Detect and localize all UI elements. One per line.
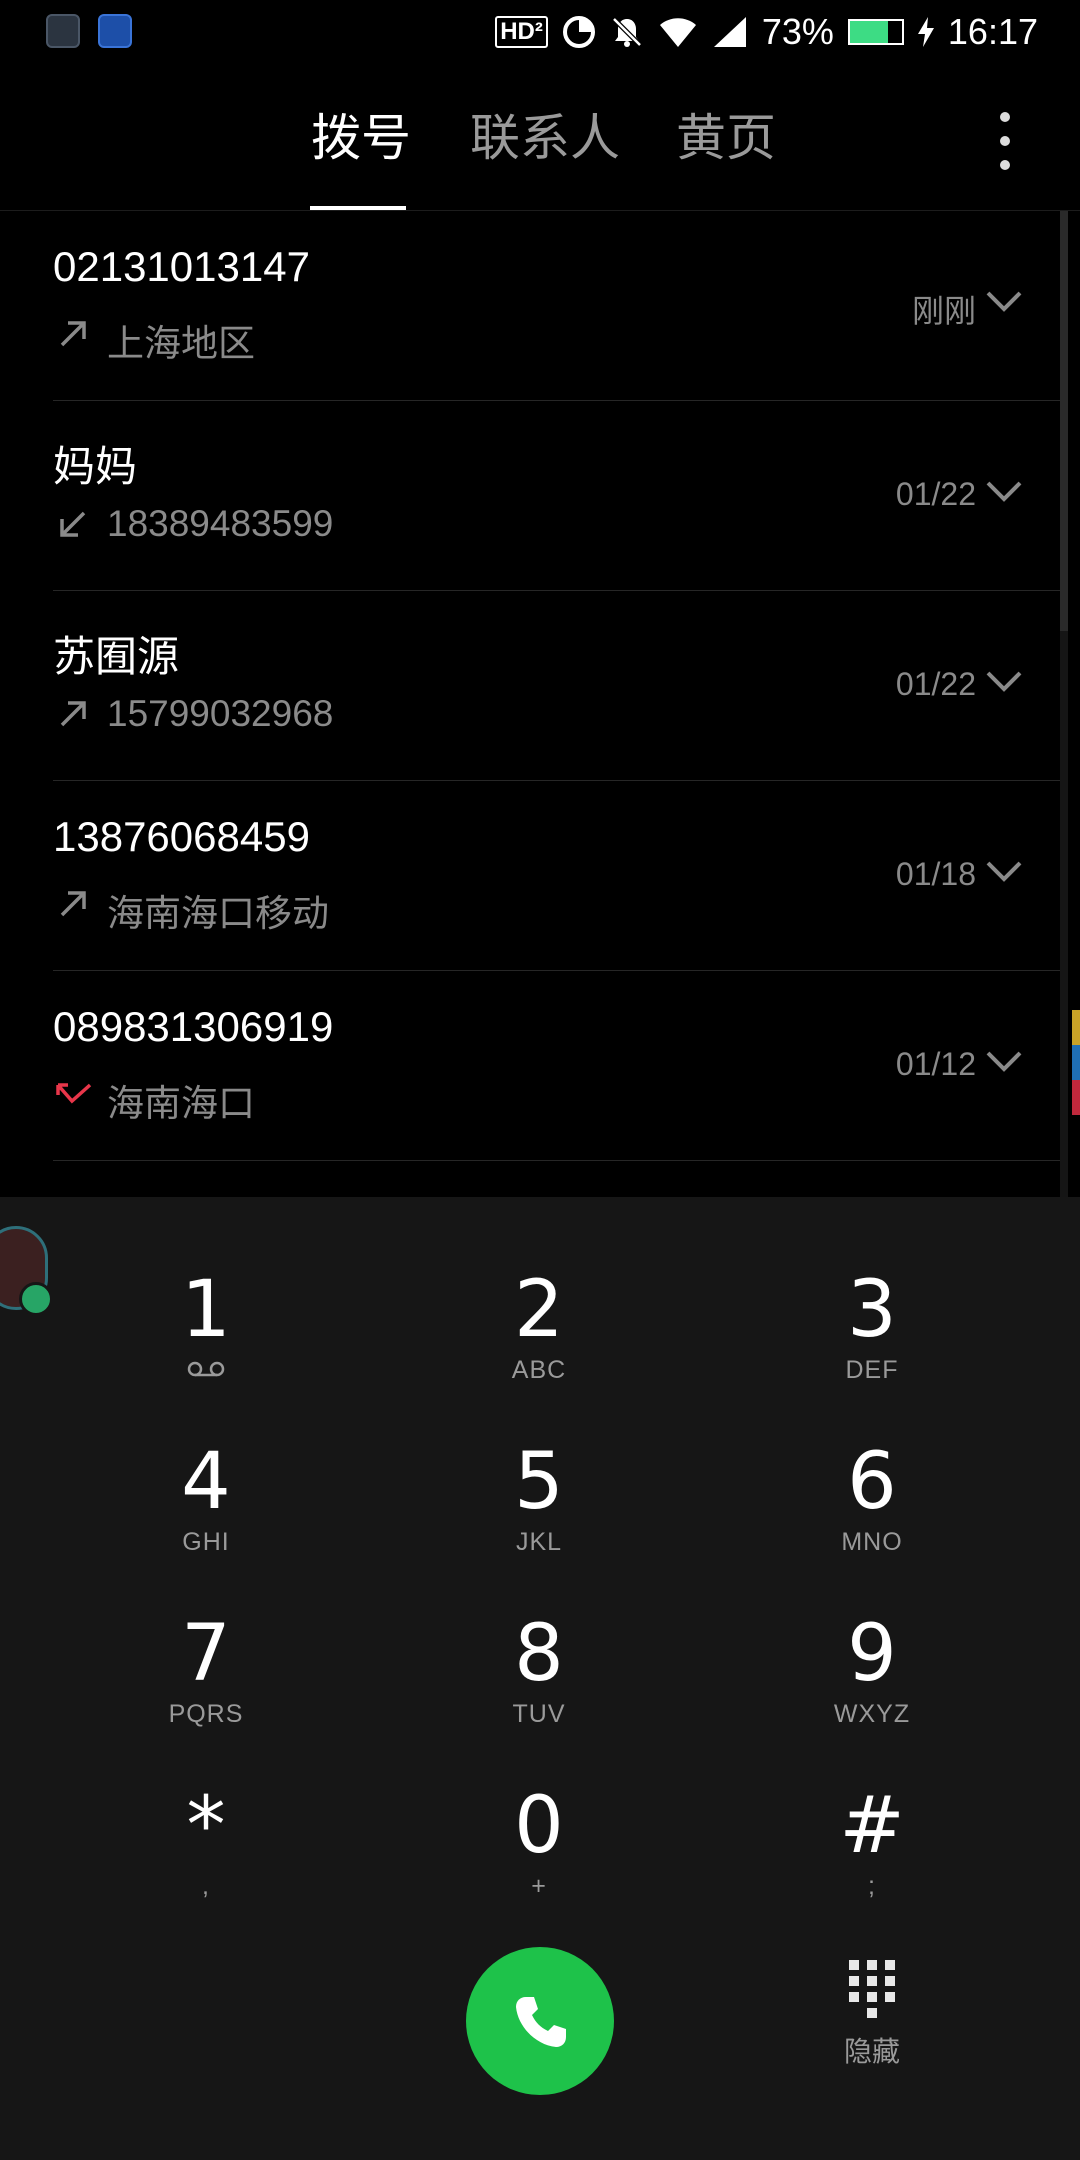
call-detail: 18389483599 [107, 503, 334, 544]
key-digit: # [839, 1781, 905, 1871]
call-detail: 海南海口 [107, 1083, 255, 1124]
status-icons: HD² 73% 16:17 [495, 8, 1038, 56]
scrollbar-thumb[interactable] [1060, 211, 1068, 631]
tab-contacts[interactable]: 联系人 [470, 100, 620, 176]
dial-key-3[interactable]: 3 DEF [772, 1265, 972, 1415]
tab-yellow-pages[interactable]: 黄页 [676, 100, 776, 176]
call-log-item[interactable]: 02131013147 上海地区 刚刚 [0, 211, 1060, 401]
key-letters: TUV [512, 1700, 566, 1728]
key-letters: ABC [511, 1356, 567, 1384]
call-log-item[interactable]: 妈妈 18389483599 01/22 [0, 401, 1060, 591]
more-vert-icon[interactable] [990, 112, 1020, 172]
battery-percent: 73% [761, 11, 834, 52]
key-digit: 3 [847, 1265, 897, 1355]
chevron-down-icon[interactable] [984, 281, 1024, 321]
missed-call-icon [56, 1083, 92, 1104]
key-letters: ; [868, 1872, 876, 1900]
call-date: 01/22 [895, 666, 976, 702]
phone-icon [516, 1997, 566, 2047]
notification-app-icon-2 [98, 14, 132, 48]
outgoing-call-arrow-icon [60, 891, 86, 917]
dial-key-8[interactable]: 8 TUV [439, 1609, 639, 1759]
caller-name: 13876068459 [53, 813, 310, 860]
key-digit: * [186, 1781, 226, 1871]
tab-bar: 拨号 联系人 黄页 [0, 100, 1080, 211]
key-digit: 9 [847, 1609, 897, 1699]
call-log-list[interactable]: 02131013147 上海地区 刚刚 妈妈 18389483599 01/22… [0, 211, 1080, 1197]
mute-notifications-icon [612, 17, 642, 47]
outgoing-call-arrow-icon [60, 321, 86, 347]
dial-key-4[interactable]: 4 GHI [106, 1437, 306, 1587]
call-detail: 上海地区 [107, 323, 255, 364]
dial-key-0[interactable]: 0 + [439, 1781, 639, 1931]
key-digit: 2 [514, 1265, 564, 1355]
caller-name: 妈妈 [53, 443, 138, 490]
call-log-item[interactable]: 13876068459 海南海口移动 01/18 [0, 781, 1060, 971]
notification-app-icon [46, 14, 80, 48]
chevron-down-icon[interactable] [984, 661, 1024, 701]
call-log-item[interactable]: 苏囿源 15799032968 01/22 [0, 591, 1060, 781]
hide-dialpad-button[interactable]: 隐藏 [812, 1960, 932, 2090]
clock: 16:17 [947, 11, 1038, 52]
data-saver-icon [562, 16, 595, 48]
key-digit: 7 [181, 1609, 231, 1699]
divider [53, 1160, 1060, 1161]
dial-key-2[interactable]: 2 ABC [439, 1265, 639, 1415]
wifi-icon [659, 18, 696, 47]
key-digit: 1 [181, 1265, 231, 1355]
battery-icon [847, 19, 904, 45]
dial-key-1[interactable]: 1 [106, 1265, 306, 1415]
battery-level [849, 21, 888, 43]
key-digit: 8 [514, 1609, 564, 1699]
key-digit: 0 [514, 1781, 564, 1871]
key-letters: + [531, 1872, 547, 1900]
voice-badge-icon [19, 1282, 53, 1316]
dial-key-5[interactable]: 5 JKL [439, 1437, 639, 1587]
chevron-down-icon[interactable] [984, 1041, 1024, 1081]
key-letters: MNO [841, 1528, 903, 1556]
color-strip [1072, 1010, 1080, 1116]
key-letters: PQRS [168, 1700, 244, 1728]
call-detail: 15799032968 [107, 693, 334, 734]
key-digit: 5 [514, 1437, 564, 1527]
caller-name: 089831306919 [53, 1003, 334, 1050]
key-letters: , [202, 1872, 210, 1900]
key-letters: JKL [515, 1528, 563, 1556]
hide-label: 隐藏 [843, 2036, 900, 2067]
dialpad-grid-icon [849, 1960, 895, 2020]
call-detail: 海南海口移动 [107, 893, 329, 934]
chevron-down-icon[interactable] [984, 471, 1024, 511]
outgoing-call-arrow-icon [60, 701, 86, 727]
dial-key-hash[interactable]: # ; [772, 1781, 972, 1931]
status-bar: HD² 73% 16:17 [0, 0, 1080, 64]
hd-voice-icon: HD² [495, 16, 548, 48]
key-letters: DEF [845, 1356, 899, 1384]
caller-name: 02131013147 [53, 243, 310, 290]
caller-name: 苏囿源 [53, 633, 180, 680]
call-date: 01/18 [895, 856, 976, 892]
key-letters: WXYZ [833, 1700, 911, 1728]
call-date: 刚刚 [911, 293, 976, 329]
dial-key-9[interactable]: 9 WXYZ [772, 1609, 972, 1759]
dial-key-6[interactable]: 6 MNO [772, 1437, 972, 1587]
cellular-signal-icon [713, 17, 746, 47]
key-digit: 4 [181, 1437, 231, 1527]
key-digit: 6 [847, 1437, 897, 1527]
call-log-item[interactable]: 089831306919 海南海口 01/12 [0, 971, 1060, 1161]
tab-dialer[interactable]: 拨号 [311, 100, 411, 176]
charging-bolt-icon [917, 17, 934, 47]
call-button[interactable] [466, 1947, 614, 2095]
incoming-call-arrow-icon [60, 511, 86, 537]
call-date: 01/22 [895, 476, 976, 512]
dial-key-star[interactable]: * , [106, 1781, 306, 1931]
dial-key-7[interactable]: 7 PQRS [106, 1609, 306, 1759]
chevron-down-icon[interactable] [984, 851, 1024, 891]
key-letters: GHI [182, 1528, 230, 1556]
call-date: 01/12 [895, 1046, 976, 1082]
voicemail-icon [187, 1361, 225, 1377]
